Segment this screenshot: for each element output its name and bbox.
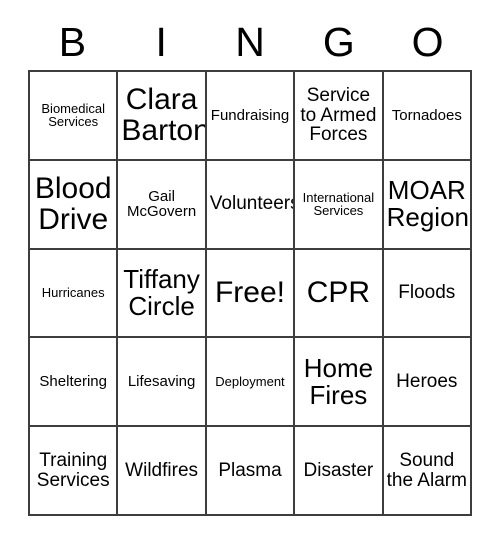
bingo-cell[interactable]: Sound the Alarm <box>383 427 472 516</box>
bingo-cell-label: Tiffany Circle <box>123 263 200 321</box>
bingo-cell-label: Plasma <box>218 459 282 481</box>
bingo-cell[interactable]: Tiffany Circle <box>118 249 207 339</box>
bingo-cell-label: MOAR Region <box>386 175 469 233</box>
bingo-cell[interactable]: Lifesaving <box>118 338 207 428</box>
bingo-header-letter-b: B <box>58 18 87 65</box>
bingo-cell-label: Disaster <box>303 459 374 481</box>
bingo-cell-label: Biomedical Services <box>41 100 105 130</box>
bingo-cell[interactable]: CPR <box>295 249 384 339</box>
bingo-cell-label: Blood Drive <box>34 172 112 237</box>
bingo-cell[interactable]: Disaster <box>295 427 384 516</box>
bingo-header-letter-i: I <box>155 18 167 65</box>
bingo-cell-label: CPR <box>306 276 371 310</box>
bingo-cell[interactable]: Tornadoes <box>383 72 472 161</box>
bingo-cell[interactable]: Home Fires <box>295 338 384 428</box>
bingo-cell[interactable]: Blood Drive <box>30 160 119 250</box>
bingo-cell-label: Volunteers <box>209 193 296 215</box>
bingo-cell-label: International Services <box>302 189 375 219</box>
bingo-cell[interactable]: Floods <box>383 249 472 339</box>
bingo-cell[interactable]: Biomedical Services <box>30 72 119 161</box>
bingo-cell[interactable]: MOAR Region <box>383 160 472 250</box>
bingo-header-letter-o: O <box>411 18 444 65</box>
bingo-cell-label: Tornadoes <box>391 106 462 124</box>
bingo-cell[interactable]: Gail McGovern <box>118 160 207 250</box>
bingo-cell-label: Training Services <box>36 449 110 491</box>
bingo-card: B I N G O Biomedical Services Clara Bart… <box>0 0 500 544</box>
bingo-cell-label: Floods <box>398 282 456 304</box>
bingo-cell-label: Deployment <box>215 374 285 390</box>
bingo-cell-label: Clara Barton <box>121 83 207 148</box>
bingo-cell-label: Sheltering <box>39 372 107 390</box>
bingo-cell[interactable]: Hurricanes <box>30 249 119 339</box>
bingo-cell[interactable]: Fundraising <box>206 72 296 161</box>
bingo-cell-label: Home Fires <box>303 352 374 410</box>
bingo-cell[interactable]: Service to Armed Forces <box>295 72 384 161</box>
bingo-cell[interactable]: Sheltering <box>30 338 119 428</box>
bingo-cell[interactable]: Wildfires <box>118 427 207 516</box>
bingo-cell-label: Lifesaving <box>127 372 196 390</box>
bingo-cell[interactable]: Deployment <box>206 338 296 428</box>
bingo-cell-label: Wildfires <box>125 459 199 481</box>
bingo-cell-label: Sound the Alarm <box>386 449 467 491</box>
bingo-cell-label: Hurricanes <box>41 285 105 301</box>
bingo-cell-label: Gail McGovern <box>127 187 197 221</box>
bingo-cell[interactable]: Volunteers <box>206 160 296 250</box>
bingo-header-row: B I N G O <box>28 14 472 70</box>
bingo-cell[interactable]: International Services <box>295 160 384 250</box>
bingo-cell-label: Free! <box>214 276 285 310</box>
bingo-header-letter-g: G <box>322 18 355 65</box>
bingo-cell-label: Service to Armed Forces <box>300 84 377 146</box>
bingo-cell[interactable]: Heroes <box>383 338 472 428</box>
bingo-cell-label: Fundraising <box>210 106 290 124</box>
bingo-header-letter-n: N <box>235 18 265 65</box>
bingo-cell[interactable]: Clara Barton <box>118 72 207 161</box>
bingo-cell[interactable]: Plasma <box>206 427 296 516</box>
bingo-grid: Biomedical Services Clara Barton Fundrai… <box>28 70 472 516</box>
bingo-free-cell[interactable]: Free! <box>206 249 296 339</box>
bingo-cell[interactable]: Training Services <box>30 427 119 516</box>
bingo-cell-label: Heroes <box>396 370 458 392</box>
